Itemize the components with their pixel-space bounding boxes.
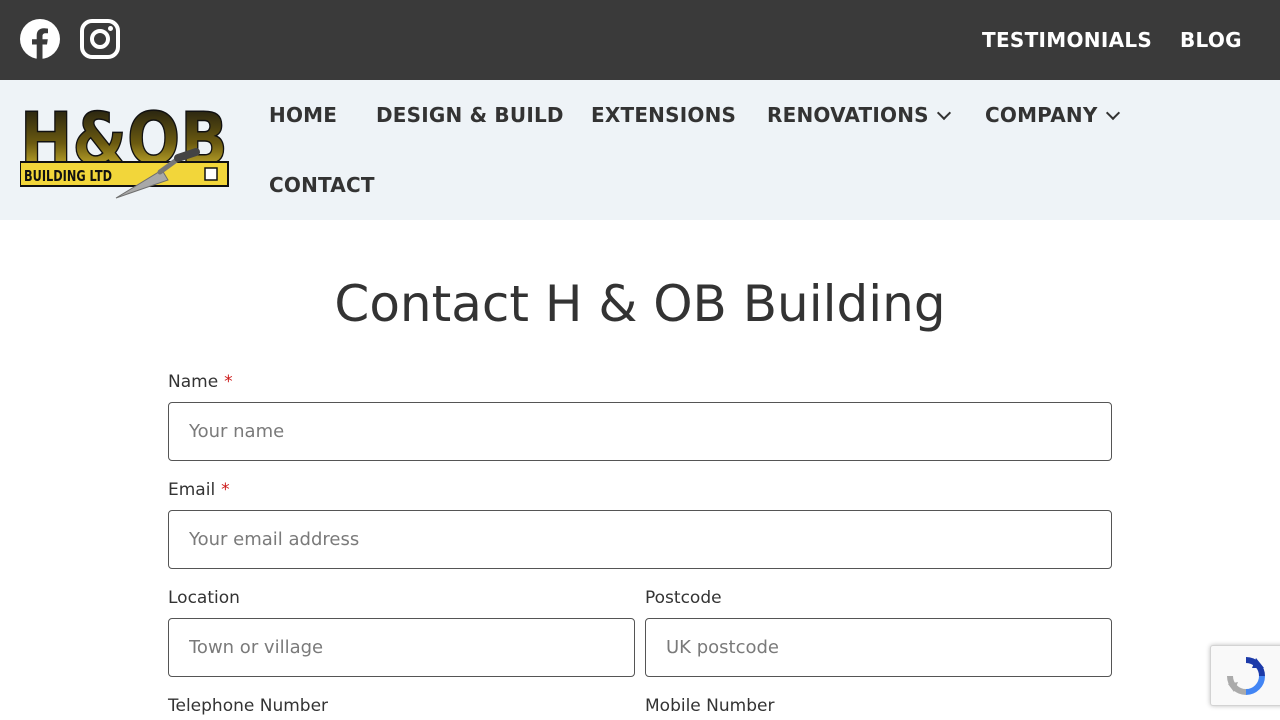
email-input[interactable] <box>168 510 1112 569</box>
recaptcha-icon <box>1227 657 1265 695</box>
postcode-input[interactable] <box>645 618 1112 677</box>
recaptcha-badge[interactable] <box>1210 645 1280 706</box>
location-input[interactable] <box>168 618 635 677</box>
facebook-icon[interactable] <box>20 19 60 59</box>
company-logo[interactable]: H&OB BUILDING LTD <box>20 100 230 200</box>
name-input[interactable] <box>168 402 1112 461</box>
location-label: Location <box>168 588 240 608</box>
chevron-down-icon[interactable] <box>936 105 951 121</box>
nav-renovations[interactable]: RENOVATIONS <box>767 103 951 127</box>
nav-home[interactable]: HOME <box>269 103 337 127</box>
site-header: H&OB BUILDING LTD HOME DESIGN & BUILD EX… <box>0 80 1280 220</box>
svg-text:BUILDING LTD: BUILDING LTD <box>24 167 112 185</box>
nav-contact[interactable]: CONTACT <box>269 173 375 197</box>
nav-extensions[interactable]: EXTENSIONS <box>591 103 736 127</box>
telephone-label: Telephone Number <box>168 696 329 716</box>
email-label-text: Email <box>168 480 216 500</box>
postcode-label: Postcode <box>645 588 722 608</box>
required-marker: * <box>221 480 230 500</box>
nav-company[interactable]: COMPANY <box>985 103 1120 127</box>
mobile-label: Mobile Number <box>645 696 775 716</box>
nav-company-label: COMPANY <box>985 103 1098 127</box>
top-bar: TESTIMONIALS BLOG <box>0 0 1280 80</box>
blog-link[interactable]: BLOG <box>1180 28 1242 52</box>
nav-renovations-label: RENOVATIONS <box>767 103 929 127</box>
testimonials-link[interactable]: TESTIMONIALS <box>982 28 1152 52</box>
email-label: Email * <box>168 479 230 501</box>
required-marker: * <box>224 372 233 392</box>
page-title: Contact H & OB Building <box>334 275 946 333</box>
chevron-down-icon[interactable] <box>1105 105 1120 121</box>
name-label: Name * <box>168 371 233 393</box>
nav-design-build[interactable]: DESIGN & BUILD <box>376 103 564 127</box>
instagram-icon[interactable] <box>80 19 120 59</box>
name-label-text: Name <box>168 372 219 392</box>
